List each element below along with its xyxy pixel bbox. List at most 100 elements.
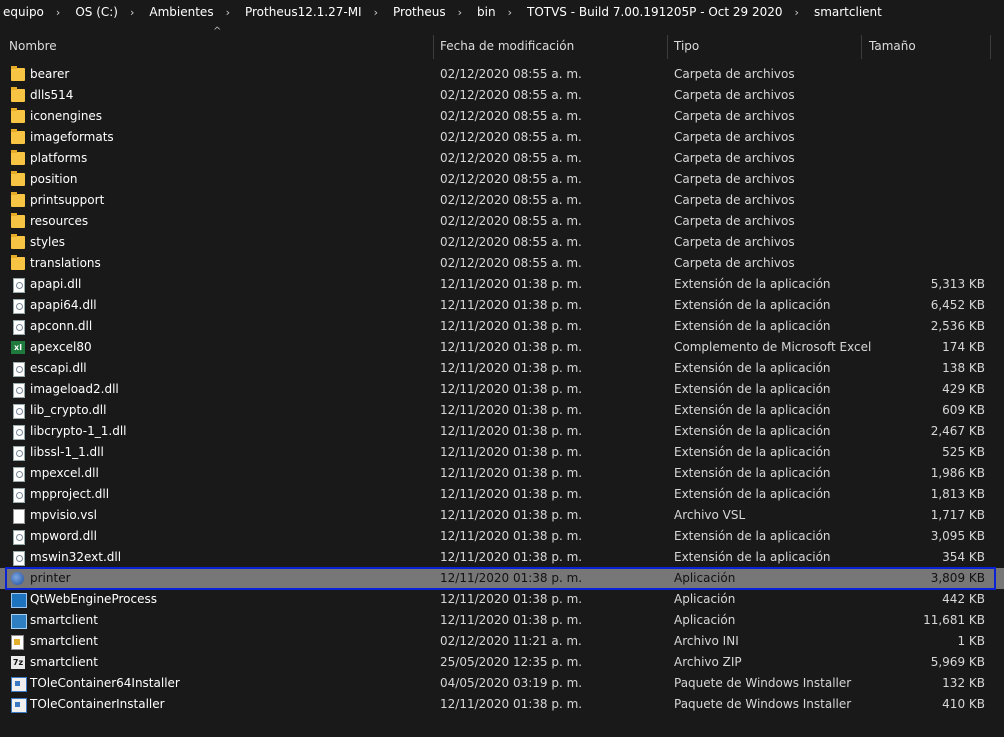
file-type: Carpeta de archivos — [674, 88, 795, 102]
file-row[interactable]: lib_crypto.dll 12/11/2020 01:38 p. m. Exte… — [0, 400, 1004, 421]
file-name: apconn.dll — [30, 319, 93, 333]
folder-icon — [11, 150, 25, 165]
column-divider[interactable] — [433, 35, 434, 59]
chevron-right-icon[interactable]: › — [446, 6, 474, 19]
file-row[interactable]: printer 12/11/2020 01:38 p. m. Aplicación 3… — [0, 567, 1004, 590]
file-type: Carpeta de archivos — [674, 151, 795, 165]
file-row[interactable]: printsupport 02/12/2020 08:55 a. m. Carpet… — [0, 190, 1004, 211]
chevron-right-icon[interactable]: › — [362, 6, 390, 19]
file-type: Extensión de la aplicación — [674, 466, 831, 480]
file-row[interactable]: apapi.dll 12/11/2020 01:38 p. m. Extensión… — [0, 274, 1004, 295]
file-name: smartclient — [30, 634, 98, 648]
file-row[interactable]: TOleContainerInstaller 12/11/2020 01:38 p… — [0, 694, 1004, 715]
breadcrumb-item[interactable]: Ambientes — [146, 5, 213, 19]
file-row[interactable]: apapi64.dll 12/11/2020 01:38 p. m. Extensi… — [0, 295, 1004, 316]
file-row[interactable]: mpword.dll 12/11/2020 01:38 p. m. Extensió… — [0, 526, 1004, 547]
folder-icon — [11, 66, 25, 81]
file-type: Extensión de la aplicación — [674, 445, 831, 459]
file-row[interactable]: translations 02/12/2020 08:55 a. m. Carpet… — [0, 253, 1004, 274]
file-size: 2,536 KB — [930, 319, 985, 333]
file-row[interactable]: imageformats 02/12/2020 08:55 a. m. Carpet… — [0, 127, 1004, 148]
chevron-right-icon[interactable]: › — [214, 6, 242, 19]
file-row[interactable]: escapi.dll 12/11/2020 01:38 p. m. Extensió… — [0, 358, 1004, 379]
breadcrumb-item[interactable]: TOTVS - Build 7.00.191205P - Oct 29 2020 — [524, 5, 783, 19]
file-row[interactable]: apconn.dll 12/11/2020 01:38 p. m. Extensió… — [0, 316, 1004, 337]
file-type: Aplicación — [674, 571, 736, 585]
file-row[interactable]: mpvisio.vsl 12/11/2020 01:38 p. m. Archivo… — [0, 505, 1004, 526]
column-divider[interactable] — [861, 35, 862, 59]
file-date: 12/11/2020 01:38 p. m. — [440, 550, 583, 564]
column-divider[interactable] — [990, 35, 991, 59]
column-divider[interactable] — [667, 35, 668, 59]
chevron-right-icon[interactable]: › — [118, 6, 146, 19]
file-size: 354 KB — [942, 550, 985, 564]
folder-icon — [11, 108, 25, 123]
file-row[interactable]: 7z smartclient 25/05/2020 12:35 p. m. Archi… — [0, 652, 1004, 673]
file-name: imageload2.dll — [30, 382, 119, 396]
file-type: Paquete de Windows Installer — [674, 697, 852, 711]
qt-app-icon — [11, 593, 27, 608]
file-type: Archivo VSL — [674, 508, 746, 522]
column-header-name[interactable]: Nombre — [9, 33, 57, 59]
file-row[interactable]: smartclient 12/11/2020 01:38 p. m. Aplicac… — [0, 610, 1004, 631]
file-row[interactable]: libssl-1_1.dll 12/11/2020 01:38 p. m. Exte… — [0, 442, 1004, 463]
file-name: smartclient — [30, 655, 98, 669]
file-row[interactable]: position 02/12/2020 08:55 a. m. Carpeta de… — [0, 169, 1004, 190]
dll-icon — [13, 551, 25, 566]
file-row[interactable]: smartclient 02/12/2020 11:21 a. m. Archivo… — [0, 631, 1004, 652]
folder-icon — [11, 234, 25, 249]
file-row[interactable]: QtWebEngineProcess 12/11/2020 01:38 p. m.… — [0, 589, 1004, 610]
file-date: 12/11/2020 01:38 p. m. — [440, 277, 583, 291]
file-row[interactable]: mpproject.dll 12/11/2020 01:38 p. m. Exten… — [0, 484, 1004, 505]
file-row[interactable]: bearer 02/12/2020 08:55 a. m. Carpeta de a… — [0, 64, 1004, 85]
chevron-right-icon[interactable]: › — [496, 6, 524, 19]
folder-icon — [11, 129, 25, 144]
file-name: mpproject.dll — [30, 487, 110, 501]
column-header-size[interactable]: Tamaño — [869, 33, 916, 59]
file-name: dlls514 — [30, 88, 74, 102]
file-size: 3,809 KB — [930, 571, 985, 585]
file-type: Aplicación — [674, 592, 736, 606]
chevron-right-icon[interactable]: › — [783, 6, 811, 19]
breadcrumb-item[interactable]: smartclient — [811, 5, 882, 19]
file-row[interactable]: imageload2.dll 12/11/2020 01:38 p. m. Exte… — [0, 379, 1004, 400]
file-row[interactable]: libcrypto-1_1.dll 12/11/2020 01:38 p. m. E… — [0, 421, 1004, 442]
file-date: 02/12/2020 08:55 a. m. — [440, 151, 582, 165]
file-name: apexcel80 — [30, 340, 92, 354]
file-row[interactable]: resources 02/12/2020 08:55 a. m. Carpeta d… — [0, 211, 1004, 232]
file-row[interactable]: dlls514 02/12/2020 08:55 a. m. Carpeta de … — [0, 85, 1004, 106]
file-row[interactable]: xl apexcel80 12/11/2020 01:38 p. m. Complem… — [0, 337, 1004, 358]
ini-icon — [11, 635, 24, 650]
breadcrumb-item[interactable]: Protheus12.1.27-MI — [242, 5, 362, 19]
file-size: 6,452 KB — [930, 298, 985, 312]
file-date: 02/12/2020 08:55 a. m. — [440, 109, 582, 123]
file-date: 25/05/2020 12:35 p. m. — [440, 655, 583, 669]
file-date: 12/11/2020 01:38 p. m. — [440, 403, 583, 417]
breadcrumb-item[interactable]: bin — [474, 5, 496, 19]
breadcrumb-item[interactable]: OS (C:) — [72, 5, 118, 19]
file-row[interactable]: mpexcel.dll 12/11/2020 01:38 p. m. Extensi… — [0, 463, 1004, 484]
file-row[interactable]: styles 02/12/2020 08:55 a. m. Carpeta de a… — [0, 232, 1004, 253]
file-name: QtWebEngineProcess — [30, 592, 157, 606]
file-size: 1,717 KB — [930, 508, 985, 522]
dll-icon — [13, 383, 25, 398]
file-row[interactable]: platforms 02/12/2020 08:55 a. m. Carpeta d… — [0, 148, 1004, 169]
file-row[interactable]: iconengines 02/12/2020 08:55 a. m. Carpeta… — [0, 106, 1004, 127]
file-name: position — [30, 172, 78, 186]
folder-icon — [11, 87, 25, 102]
dll-icon — [13, 278, 25, 293]
file-row[interactable]: TOleContainer64Installer 04/05/2020 03:19… — [0, 673, 1004, 694]
file-date: 02/12/2020 08:55 a. m. — [440, 256, 582, 270]
dll-icon — [13, 488, 25, 503]
file-size: 5,313 KB — [930, 277, 985, 291]
column-header-date[interactable]: Fecha de modificación — [440, 33, 574, 59]
file-date: 12/11/2020 01:38 p. m. — [440, 361, 583, 375]
file-date: 02/12/2020 08:55 a. m. — [440, 172, 582, 186]
chevron-right-icon[interactable]: › — [44, 6, 72, 19]
breadcrumb-item[interactable]: equipo — [0, 5, 44, 19]
file-type: Aplicación — [674, 613, 736, 627]
file-row[interactable]: mswin32ext.dll 12/11/2020 01:38 p. m. Exte… — [0, 547, 1004, 568]
column-header-type[interactable]: Tipo — [674, 33, 699, 59]
breadcrumb-item[interactable]: Protheus — [390, 5, 446, 19]
file-name: printer — [30, 571, 71, 585]
